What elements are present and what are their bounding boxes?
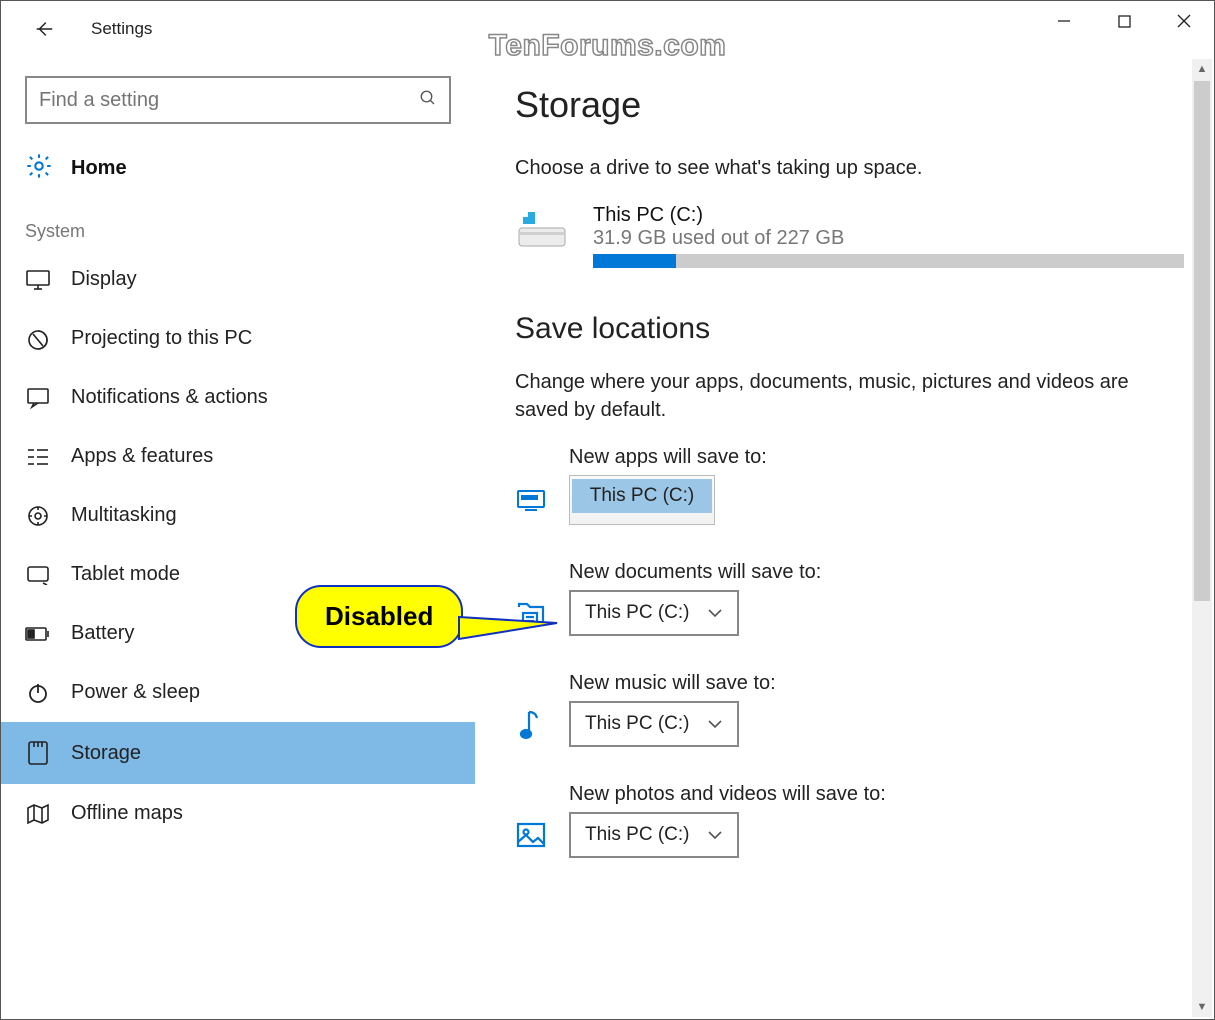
drive-bar — [593, 254, 1184, 268]
documents-save-value: This PC (C:) — [585, 602, 690, 624]
sidebar-item-label: Battery — [71, 622, 134, 645]
multitasking-icon — [25, 505, 51, 527]
storage-icon — [25, 740, 51, 766]
photos-save-dropdown[interactable]: This PC (C:) — [569, 812, 739, 858]
sidebar-item-label: Apps & features — [71, 445, 213, 468]
save-locations-heading: Save locations — [515, 312, 1184, 346]
close-button[interactable] — [1154, 1, 1214, 41]
home-label: Home — [71, 157, 127, 180]
maximize-icon — [1118, 15, 1131, 28]
photos-type-icon — [515, 822, 547, 848]
search-box[interactable] — [25, 76, 451, 124]
save-apps-block: New apps will save to: This PC (C:) — [515, 446, 1184, 525]
scrollbar-thumb[interactable] — [1194, 81, 1210, 601]
battery-icon — [25, 626, 51, 642]
drive-name: This PC (C:) — [593, 204, 1184, 227]
projecting-icon — [25, 328, 51, 350]
sidebar-item-offline-maps[interactable]: Offline maps — [1, 784, 475, 843]
arrow-left-icon — [33, 18, 55, 40]
sidebar-item-label: Storage — [71, 742, 141, 765]
music-type-icon — [515, 708, 547, 740]
drive-icon — [515, 210, 569, 254]
documents-save-dropdown[interactable]: This PC (C:) — [569, 590, 739, 636]
drive-usage: 31.9 GB used out of 227 GB — [593, 227, 1184, 250]
sidebar-item-label: Tablet mode — [71, 563, 180, 586]
drive-bar-fill — [593, 254, 676, 268]
sidebar-item-power[interactable]: Power & sleep — [1, 663, 475, 722]
page-title: Storage — [515, 84, 1184, 126]
callout-text: Disabled — [325, 601, 433, 631]
minimize-icon — [1057, 14, 1071, 28]
app-title: Settings — [91, 19, 152, 39]
tablet-icon — [25, 565, 51, 585]
close-icon — [1177, 14, 1191, 28]
titlebar: Settings — [1, 1, 1214, 56]
maps-icon — [25, 803, 51, 825]
save-photos-block: New photos and videos will save to: This… — [515, 783, 1184, 858]
save-locations-description: Change where your apps, documents, music… — [515, 368, 1184, 424]
callout-tail-icon — [457, 609, 567, 649]
save-documents-label: New documents will save to: — [569, 561, 1184, 584]
scroll-down-icon[interactable]: ▼ — [1192, 997, 1212, 1017]
maximize-button[interactable] — [1094, 1, 1154, 41]
sidebar-item-display[interactable]: Display — [1, 250, 475, 309]
sidebar-item-label: Display — [71, 268, 137, 291]
music-save-dropdown[interactable]: This PC (C:) — [569, 701, 739, 747]
sidebar-item-label: Notifications & actions — [71, 386, 268, 409]
chevron-down-icon — [707, 824, 723, 846]
callout-bubble: Disabled — [295, 585, 463, 648]
search-icon — [419, 89, 437, 112]
minimize-button[interactable] — [1034, 1, 1094, 41]
callout: Disabled — [295, 585, 463, 648]
back-button[interactable] — [25, 10, 63, 48]
scrollbar[interactable]: ▲ ▼ — [1192, 59, 1212, 1017]
content: Storage Choose a drive to see what's tak… — [475, 56, 1214, 1019]
music-save-value: This PC (C:) — [585, 713, 690, 735]
sidebar-item-label: Multitasking — [71, 504, 177, 527]
sidebar-item-label: Projecting to this PC — [71, 327, 252, 350]
apps-save-dropdown: This PC (C:) — [569, 475, 715, 525]
notifications-icon — [25, 387, 51, 409]
sidebar-item-projecting[interactable]: Projecting to this PC — [1, 309, 475, 368]
sidebar-item-label: Offline maps — [71, 802, 183, 825]
save-music-label: New music will save to: — [569, 672, 1184, 695]
save-music-block: New music will save to: This PC (C:) — [515, 672, 1184, 747]
save-apps-label: New apps will save to: — [569, 446, 1184, 469]
apps-save-value: This PC (C:) — [572, 479, 712, 513]
chevron-down-icon — [707, 602, 723, 624]
sidebar-item-storage[interactable]: Storage — [1, 722, 475, 784]
display-icon — [25, 270, 51, 290]
apps-type-icon — [515, 488, 547, 512]
drive-row[interactable]: This PC (C:) 31.9 GB used out of 227 GB — [515, 204, 1184, 268]
sidebar-item-apps[interactable]: Apps & features — [1, 427, 475, 486]
gear-icon — [25, 152, 53, 185]
scroll-up-icon[interactable]: ▲ — [1192, 59, 1212, 79]
window-controls — [1034, 1, 1214, 41]
page-subtitle: Choose a drive to see what's taking up s… — [515, 154, 1184, 182]
chevron-down-icon — [707, 713, 723, 735]
sidebar-item-multitasking[interactable]: Multitasking — [1, 486, 475, 545]
search-input[interactable] — [39, 89, 419, 112]
power-icon — [25, 682, 51, 704]
apps-icon — [25, 447, 51, 467]
sidebar-section-header: System — [1, 197, 475, 250]
photos-save-value: This PC (C:) — [585, 824, 690, 846]
save-documents-block: New documents will save to: This PC (C:) — [515, 561, 1184, 636]
home-nav[interactable]: Home — [1, 140, 475, 197]
sidebar: Home System Display Projecting to this P… — [1, 56, 475, 1019]
sidebar-item-notifications[interactable]: Notifications & actions — [1, 368, 475, 427]
sidebar-item-label: Power & sleep — [71, 681, 200, 704]
save-photos-label: New photos and videos will save to: — [569, 783, 1184, 806]
